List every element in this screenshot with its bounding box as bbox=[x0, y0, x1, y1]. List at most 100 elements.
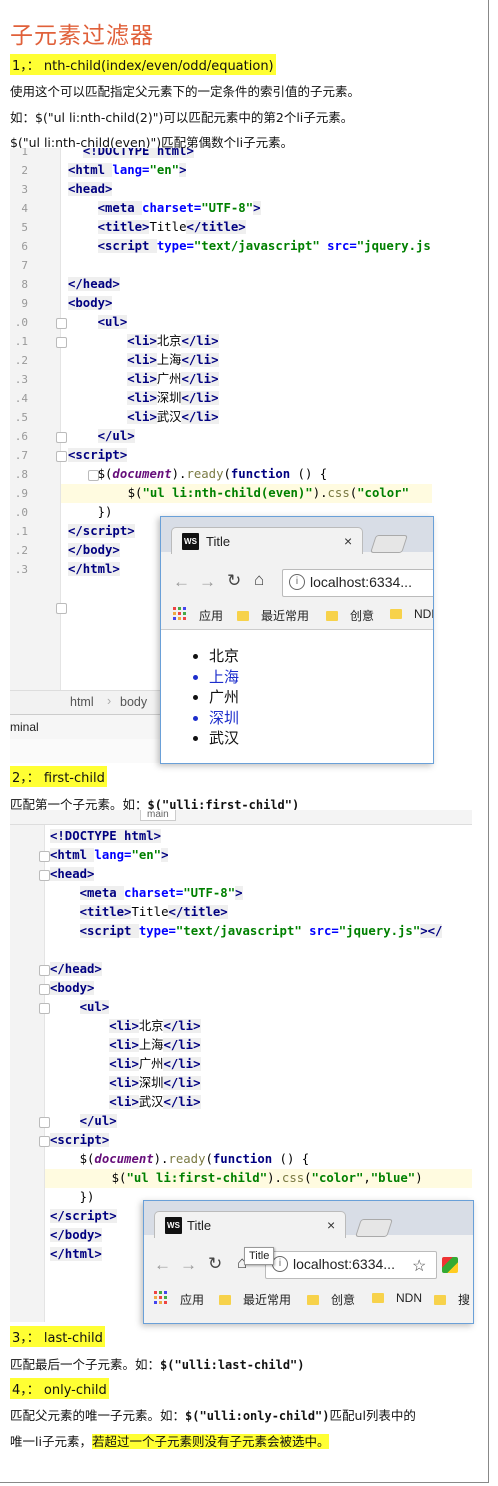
browser-chrome: WS Title × ← → ↻ ⌂ i localhost:6334... 应… bbox=[161, 517, 433, 630]
line-number: .0 bbox=[14, 316, 28, 329]
bookmark-ndn[interactable]: NDN bbox=[372, 1291, 422, 1305]
result-list: 北京上海广州深圳武汉 bbox=[187, 646, 239, 749]
bookmark-star-icon[interactable]: ☆ bbox=[412, 1256, 426, 1276]
line-number: .0 bbox=[14, 506, 28, 519]
browser-window-2: WS Title × ← → ↻ ⌂ i localhost:6334... ☆… bbox=[143, 1200, 474, 1324]
bookmark-search[interactable]: 搜 bbox=[434, 1291, 470, 1308]
fold-marker bbox=[39, 984, 50, 995]
article-page: 子元素过滤器 1，： nth-child(index/even/odd/equa… bbox=[0, 0, 489, 1483]
terminal-label: minal bbox=[10, 720, 39, 734]
line-number: 1 bbox=[21, 148, 28, 158]
folder-icon bbox=[372, 1293, 384, 1303]
fold-marker bbox=[56, 432, 67, 443]
webstorm-icon: WS bbox=[165, 1217, 182, 1234]
line-number: .2 bbox=[14, 354, 28, 367]
info-icon: i bbox=[272, 1256, 288, 1272]
home-icon[interactable]: ⌂ bbox=[254, 570, 264, 590]
fold-marker bbox=[56, 603, 67, 614]
fold-marker bbox=[39, 870, 50, 881]
address-bar[interactable]: i localhost:6334... bbox=[282, 569, 433, 597]
fold-marker bbox=[56, 318, 67, 329]
section-2-heading: 2，： first-child bbox=[10, 766, 107, 787]
reload-icon[interactable]: ↻ bbox=[227, 571, 241, 591]
breadcrumb-body[interactable]: body bbox=[120, 695, 147, 709]
bookmark-ndn[interactable]: NDN bbox=[390, 607, 433, 621]
apps-icon[interactable] bbox=[173, 607, 187, 621]
close-tab-icon[interactable]: × bbox=[344, 533, 352, 549]
tab-title: Title bbox=[206, 534, 231, 549]
bookmark-recent[interactable]: 最近常用 bbox=[237, 607, 309, 624]
browser-tab[interactable]: WS Title × bbox=[154, 1211, 346, 1238]
back-icon[interactable]: ← bbox=[173, 572, 190, 592]
line-number: 4 bbox=[21, 202, 28, 215]
new-tab-button[interactable] bbox=[370, 535, 408, 553]
fold-marker bbox=[39, 1136, 50, 1147]
folder-icon bbox=[237, 611, 249, 621]
folder-icon bbox=[219, 1295, 231, 1305]
list-item: 武汉 bbox=[209, 728, 239, 749]
bookmark-creative[interactable]: 创意 bbox=[326, 607, 374, 624]
line-number: .9 bbox=[14, 487, 28, 500]
list-item: 上海 bbox=[209, 667, 239, 688]
line-number: 6 bbox=[21, 240, 28, 253]
fold-marker bbox=[56, 451, 67, 462]
line-number: .3 bbox=[14, 373, 28, 386]
editor-gutter bbox=[10, 825, 45, 1322]
back-icon[interactable]: ← bbox=[154, 1255, 171, 1275]
section-3-description: 匹配最后一个子元素。如：$("ulli:last-child") bbox=[10, 1357, 305, 1372]
line-number: .6 bbox=[14, 430, 28, 443]
tab-title: Title bbox=[187, 1218, 212, 1233]
info-icon: i bbox=[289, 574, 305, 590]
reload-icon[interactable]: ↻ bbox=[208, 1254, 222, 1274]
line-number: .1 bbox=[14, 335, 28, 348]
extension-icon[interactable] bbox=[442, 1257, 458, 1273]
section-3-heading: 3，： last-child bbox=[10, 1326, 105, 1347]
section-4-description-line-2: 唯一li子元素，若超过一个子元素则没有子元素会被选中。 bbox=[10, 1434, 330, 1449]
section-1-heading: 1，： nth-child(index/even/odd/equation) bbox=[10, 54, 276, 75]
breadcrumb-html[interactable]: html bbox=[70, 695, 94, 709]
line-number: 3 bbox=[21, 183, 28, 196]
fold-marker bbox=[39, 965, 50, 976]
line-number: 5 bbox=[21, 221, 28, 234]
line-number: .2 bbox=[14, 544, 28, 557]
bookmark-apps[interactable]: 应用 bbox=[180, 1291, 204, 1308]
section-1-description: 使用这个可以匹配指定父元素下的一定条件的索引值的子元素。 bbox=[10, 84, 361, 99]
section-1-example-1: 如：$("ul li:nth-child(2)")可以匹配元素中的第2个li子元… bbox=[10, 110, 354, 125]
folder-icon bbox=[390, 609, 402, 619]
list-item: 深圳 bbox=[209, 708, 239, 729]
apps-icon[interactable] bbox=[154, 1291, 168, 1305]
browser-tab[interactable]: WS Title × bbox=[171, 527, 363, 554]
line-number: .7 bbox=[14, 449, 28, 462]
bookmark-creative[interactable]: 创意 bbox=[307, 1291, 355, 1308]
url-text: localhost:6334... bbox=[310, 574, 412, 590]
breadcrumb-separator: › bbox=[107, 694, 112, 708]
list-item: 广州 bbox=[209, 687, 239, 708]
line-number: .3 bbox=[14, 563, 28, 576]
tooltip: Title bbox=[244, 1247, 275, 1265]
fold-marker bbox=[39, 1003, 50, 1014]
forward-icon[interactable]: → bbox=[199, 572, 216, 592]
fold-marker bbox=[56, 337, 67, 348]
section-4-description: 匹配父元素的唯一子元素。如：$("ulli:only-child")匹配ul列表… bbox=[10, 1408, 416, 1423]
line-number: .8 bbox=[14, 468, 28, 481]
fold-marker bbox=[39, 851, 50, 862]
line-number: .4 bbox=[14, 392, 28, 405]
folder-icon bbox=[326, 611, 338, 621]
browser-window-1: WS Title × ← → ↻ ⌂ i localhost:6334... 应… bbox=[160, 516, 434, 764]
line-number: 9 bbox=[21, 297, 28, 310]
close-tab-icon[interactable]: × bbox=[327, 1217, 335, 1233]
bookmark-recent[interactable]: 最近常用 bbox=[219, 1291, 291, 1308]
bookmark-apps[interactable]: 应用 bbox=[199, 607, 223, 624]
webstorm-icon: WS bbox=[182, 533, 199, 550]
line-number: 7 bbox=[21, 259, 28, 272]
section-4-heading: 4，： only-child bbox=[10, 1378, 109, 1399]
line-number: .5 bbox=[14, 411, 28, 424]
line-number: 2 bbox=[21, 164, 28, 177]
forward-icon[interactable]: → bbox=[180, 1255, 197, 1275]
fold-marker bbox=[39, 1117, 50, 1128]
cropped-tab-strip: main bbox=[10, 810, 472, 825]
new-tab-button[interactable] bbox=[355, 1219, 393, 1237]
url-text: localhost:6334... bbox=[293, 1256, 395, 1272]
folder-icon bbox=[307, 1295, 319, 1305]
line-number: .1 bbox=[14, 525, 28, 538]
